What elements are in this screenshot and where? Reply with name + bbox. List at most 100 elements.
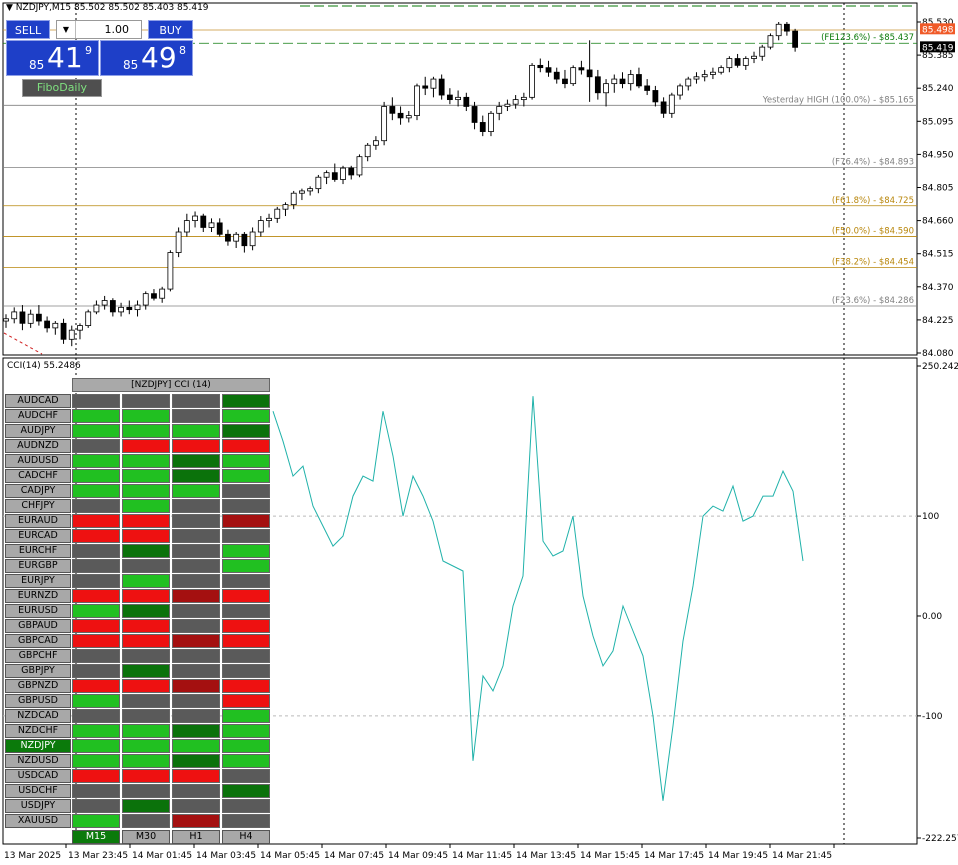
symbol-button[interactable]: EURNZD	[5, 589, 71, 603]
symbol-button[interactable]: USDCHF	[5, 784, 71, 798]
strength-cell	[222, 499, 270, 513]
symbol-button[interactable]: XAUUSD	[5, 814, 71, 828]
symbol-button[interactable]: AUDJPY	[5, 424, 71, 438]
symbol-button[interactable]: GBPCAD	[5, 634, 71, 648]
strength-cell	[222, 544, 270, 558]
ask-price-label: 85.498	[922, 25, 954, 35]
symbol-button[interactable]: USDJPY	[5, 799, 71, 813]
strength-cell	[172, 439, 220, 453]
timeframe-button[interactable]: H1	[172, 830, 220, 844]
strength-cell	[122, 799, 170, 813]
strength-cell	[122, 664, 170, 678]
timeframe-button[interactable]: M15	[72, 830, 120, 844]
symbol-button[interactable]: AUDCAD	[5, 394, 71, 408]
candle-body	[422, 85, 429, 89]
symbol-button[interactable]: GBPJPY	[5, 664, 71, 678]
candle-body	[734, 58, 741, 66]
candle-body	[562, 78, 568, 85]
symbol-button[interactable]: GBPCHF	[5, 649, 71, 663]
candle-body	[340, 167, 346, 180]
grid-row: GBPJPY	[5, 664, 271, 679]
strength-cell	[172, 559, 220, 573]
candle-body	[726, 58, 733, 69]
symbol-button[interactable]: NZDCAD	[5, 709, 71, 723]
fibo-daily-button[interactable]: FiboDaily	[22, 79, 102, 97]
candle-body	[266, 217, 272, 222]
grid-row: EURGBP	[5, 559, 271, 574]
candle-body	[241, 233, 248, 247]
symbol-button[interactable]: NZDJPY	[5, 739, 71, 753]
trend-line	[3, 332, 43, 355]
candle-body	[381, 106, 388, 142]
symbol-button[interactable]: EURJPY	[5, 574, 71, 588]
sell-button[interactable]: SELL	[6, 20, 50, 39]
lot-size-input[interactable]: ▼ 1.00	[56, 20, 142, 39]
candle-body	[471, 106, 478, 123]
strength-cell	[172, 709, 220, 723]
symbol-button[interactable]: CADCHF	[5, 469, 71, 483]
symbol-button[interactable]: GBPUSD	[5, 694, 71, 708]
strength-cell	[172, 529, 220, 543]
grid-row: AUDNZD	[5, 439, 271, 454]
symbol-button[interactable]: AUDCHF	[5, 409, 71, 423]
timeframe-button[interactable]: M30	[122, 830, 170, 844]
candle-body	[784, 23, 790, 32]
symbol-button[interactable]: AUDUSD	[5, 454, 71, 468]
symbol-button[interactable]: EURCAD	[5, 529, 71, 543]
price-tick-label: 84.950	[922, 150, 954, 160]
symbol-button[interactable]: NZDUSD	[5, 754, 71, 768]
grid-row: AUDJPY	[5, 424, 271, 439]
buy-button[interactable]: BUY	[148, 20, 193, 39]
time-tick-label: 14 Mar 09:45	[388, 851, 448, 861]
timeframe-button[interactable]: H4	[222, 830, 270, 844]
grid-row: GBPNZD	[5, 679, 271, 694]
candle-body	[27, 313, 34, 324]
symbol-button[interactable]: EURGBP	[5, 559, 71, 573]
grid-row: EURCAD	[5, 529, 271, 544]
symbol-button[interactable]: CHFJPY	[5, 499, 71, 513]
candle-body	[496, 106, 503, 114]
strength-cell	[72, 499, 120, 513]
strength-cell	[222, 799, 270, 813]
symbol-button[interactable]: USDCAD	[5, 769, 71, 783]
sell-price-pip: 9	[85, 44, 92, 57]
symbol-button[interactable]: GBPAUD	[5, 619, 71, 633]
symbol-button[interactable]: AUDNZD	[5, 439, 71, 453]
symbol-button[interactable]: EURCHF	[5, 544, 71, 558]
strength-cell	[222, 484, 270, 498]
symbol-button[interactable]: GBPNZD	[5, 679, 71, 693]
cci-tick-label: -222.2579	[922, 834, 958, 844]
candle-body	[660, 101, 667, 114]
sell-price-box[interactable]: 85 41 9	[6, 40, 99, 76]
grid-row: AUDCAD	[5, 394, 271, 409]
buy-price-box[interactable]: 85 49 8	[100, 40, 193, 76]
candle-body	[710, 71, 716, 75]
strength-cell	[222, 469, 270, 483]
grid-row: GBPCHF	[5, 649, 271, 664]
symbol-button[interactable]: NZDCHF	[5, 724, 71, 738]
symbol-button[interactable]: EURAUD	[5, 514, 71, 528]
grid-row: NZDUSD	[5, 754, 271, 769]
strength-cell	[122, 754, 170, 768]
candle-body	[225, 233, 231, 242]
candle-body	[151, 293, 157, 299]
candle-body	[175, 231, 182, 253]
candle-body	[594, 76, 601, 94]
candle-body	[323, 172, 330, 178]
candle-body	[85, 311, 92, 327]
strength-cell	[122, 469, 170, 483]
symbol-button[interactable]: CADJPY	[5, 484, 71, 498]
candle-body	[299, 190, 305, 194]
grid-row: AUDUSD	[5, 454, 271, 469]
candle-body	[159, 288, 166, 299]
strength-cell	[72, 574, 120, 588]
symbol-button[interactable]: EURUSD	[5, 604, 71, 618]
cci-tick-label: -100	[922, 712, 943, 722]
grid-row: GBPUSD	[5, 694, 271, 709]
candle-body	[44, 320, 50, 329]
strength-cell	[172, 634, 220, 648]
strength-cell	[222, 769, 270, 783]
candle-body	[611, 78, 618, 85]
strength-cell	[122, 679, 170, 693]
lot-dropdown-icon[interactable]: ▼	[57, 21, 76, 38]
